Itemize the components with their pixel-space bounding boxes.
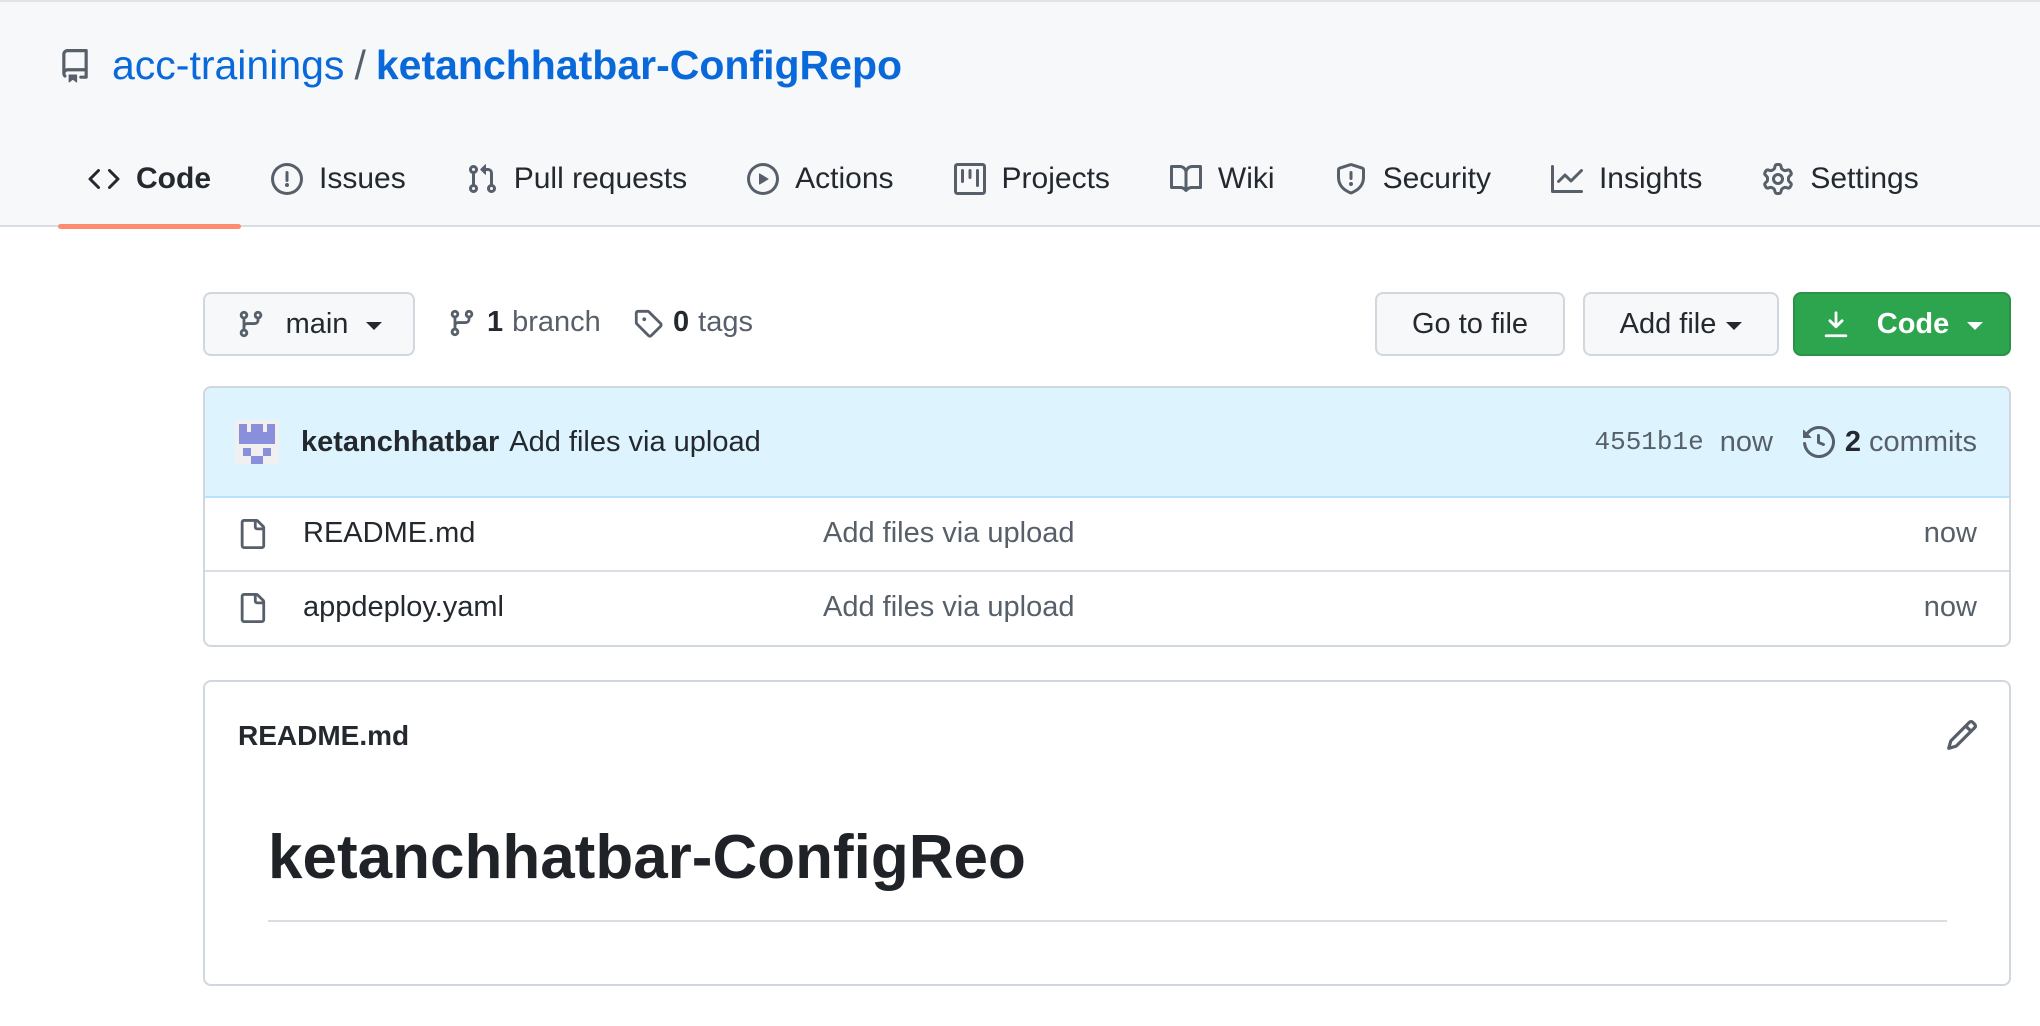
- file-row: appdeploy.yaml Add files via upload now: [205, 572, 2009, 645]
- tab-insights[interactable]: Insights: [1521, 149, 1732, 227]
- file-commit-message-link[interactable]: Add files via upload: [823, 591, 1075, 624]
- latest-commit-bar: ketanchhatbar Add files via upload 4551b…: [205, 388, 2009, 498]
- add-file-button[interactable]: Add file: [1583, 292, 1779, 356]
- branch-word: branch: [512, 306, 601, 338]
- branch-count: 1: [487, 306, 504, 338]
- go-to-file-label: Go to file: [1411, 307, 1529, 340]
- history-icon: [1802, 426, 1835, 458]
- tags-link[interactable]: 0 tags: [633, 306, 753, 339]
- readme-file-label[interactable]: README.md: [238, 720, 409, 752]
- tab-pull-requests[interactable]: Pull requests: [436, 149, 717, 227]
- file-list: ketanchhatbar Add files via upload 4551b…: [203, 386, 2011, 647]
- tab-settings-label: Settings: [1810, 162, 1919, 195]
- tab-issues[interactable]: Issues: [241, 149, 436, 227]
- file-row: README.md Add files via upload now: [205, 498, 2009, 572]
- tab-actions[interactable]: Actions: [717, 149, 923, 227]
- chevron-down-icon: [1726, 322, 1743, 330]
- tab-insights-label: Insights: [1598, 162, 1703, 195]
- tag-count: 0: [673, 306, 690, 338]
- file-commit-message-link[interactable]: Add files via upload: [823, 517, 1075, 550]
- tab-security[interactable]: Security: [1305, 149, 1521, 227]
- file-commit-time: now: [1923, 591, 1977, 623]
- tab-actions-label: Actions: [795, 162, 894, 195]
- book-icon: [1169, 164, 1202, 192]
- tab-pull-requests-label: Pull requests: [513, 162, 688, 195]
- tab-issues-label: Issues: [319, 162, 406, 195]
- commit-author-link[interactable]: ketanchhatbar: [301, 426, 499, 459]
- tab-projects[interactable]: Projects: [924, 149, 1140, 227]
- tab-wiki-label: Wiki: [1217, 162, 1275, 195]
- readme-divider: [268, 920, 1947, 922]
- go-to-file-button[interactable]: Go to file: [1375, 292, 1565, 356]
- readme-panel: README.md ketanchhatbar-ConfigReo: [203, 680, 2011, 986]
- chevron-down-icon: [366, 322, 383, 330]
- file-commit-time: now: [1923, 517, 1977, 549]
- file-icon: [240, 593, 266, 623]
- tab-security-label: Security: [1382, 162, 1491, 195]
- repo-owner-link[interactable]: acc-trainings: [112, 42, 344, 89]
- code-dropdown-button[interactable]: Code: [1793, 292, 2011, 356]
- branch-select-button[interactable]: main: [203, 292, 415, 356]
- pencil-icon[interactable]: [1945, 718, 1979, 752]
- file-name-link[interactable]: appdeploy.yaml: [303, 591, 504, 624]
- repo-name-link[interactable]: ketanchhatbar-ConfigRepo: [376, 42, 902, 89]
- tab-code-label: Code: [136, 162, 211, 195]
- commit-time: now: [1719, 425, 1773, 458]
- tab-settings[interactable]: Settings: [1732, 149, 1948, 227]
- commit-word: commits: [1869, 425, 1977, 458]
- code-button-label: Code: [1876, 307, 1950, 340]
- tab-wiki[interactable]: Wiki: [1140, 149, 1305, 227]
- branches-link[interactable]: 1 branch: [447, 306, 601, 339]
- branch-icon: [450, 309, 474, 336]
- project-icon: [953, 163, 986, 195]
- commit-message-link[interactable]: Add files via upload: [509, 426, 761, 459]
- avatar[interactable]: [235, 420, 279, 464]
- repo-icon: [62, 48, 88, 82]
- shield-icon: [1336, 163, 1365, 195]
- repo-separator: /: [354, 42, 366, 88]
- commits-history-link[interactable]: 2 commits: [1802, 425, 1977, 459]
- file-name-link[interactable]: README.md: [303, 517, 475, 550]
- commit-sha-link[interactable]: 4551b1e: [1594, 427, 1703, 457]
- issue-icon: [271, 163, 303, 195]
- repo-header: acc-trainings / ketanchhatbar-ConfigRepo…: [0, 0, 2040, 229]
- branch-icon: [239, 310, 262, 338]
- tag-icon: [634, 309, 663, 338]
- graph-icon: [1550, 165, 1583, 193]
- file-icon: [240, 519, 266, 549]
- tag-word: tags: [698, 306, 753, 338]
- chevron-down-icon: [1967, 322, 1984, 330]
- tab-code[interactable]: Code: [58, 149, 241, 229]
- readme-heading: ketanchhatbar-ConfigReo: [268, 823, 1026, 892]
- commit-count: 2: [1844, 425, 1862, 458]
- branch-name: main: [285, 307, 349, 340]
- code-icon: [88, 168, 120, 190]
- gear-icon: [1763, 163, 1794, 195]
- repo-title: acc-trainings / ketanchhatbar-ConfigRepo: [58, 42, 902, 89]
- tab-projects-label: Projects: [1001, 162, 1110, 195]
- commit-details: 4551b1e now 2 commits: [1594, 388, 1977, 496]
- file-navigation: main 1 branch 0 tags Go to file Add file…: [203, 292, 2011, 356]
- pull-request-icon: [468, 164, 496, 194]
- repo-nav-tabs: Code Issues Pull requests Actions Projec…: [58, 149, 1949, 229]
- play-icon: [747, 163, 780, 195]
- download-icon: [1824, 311, 1847, 338]
- add-file-label: Add file: [1619, 307, 1717, 340]
